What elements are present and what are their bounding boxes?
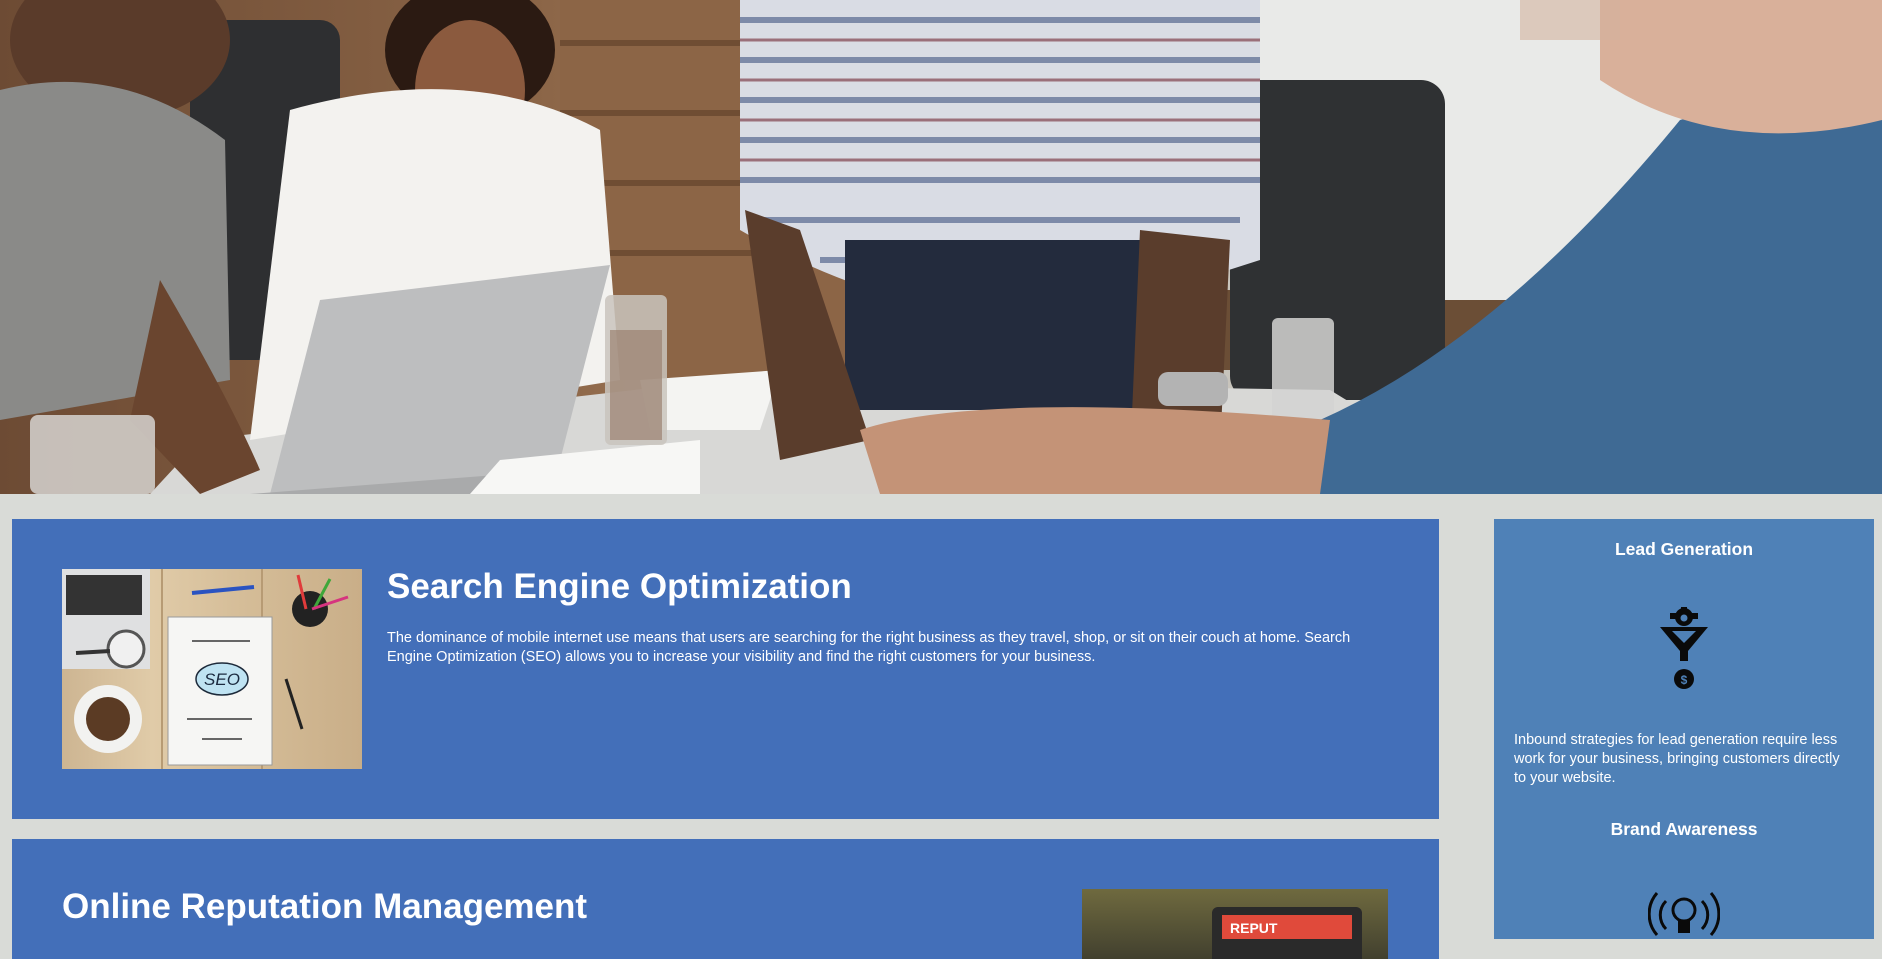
team-meeting-photo-icon [0, 0, 1882, 494]
service-card-seo: SEO Search Engine Optimization The domin… [12, 519, 1439, 819]
svg-text:$: $ [1681, 673, 1688, 687]
hero-image [0, 0, 1882, 494]
svg-text:REPUT: REPUT [1230, 920, 1278, 936]
service-title-reputation: Online Reputation Management [62, 887, 588, 926]
benefit-title-lead-generation: Lead Generation [1614, 539, 1754, 559]
benefits-sidebar: Lead Generation $ Inbound strategies for… [1494, 519, 1874, 939]
svg-text:SEO: SEO [204, 670, 240, 689]
benefit-title-brand-awareness: Brand Awareness [1610, 819, 1758, 839]
funnel-gear-dollar-icon: $ [1660, 607, 1708, 689]
reputation-tablet-photo-icon: REPUT [1212, 907, 1362, 959]
benefit-description-lead-generation: Inbound strategies for lead generation r… [1514, 732, 1840, 786]
service-title-seo: Search Engine Optimization [387, 567, 852, 606]
service-description-seo: The dominance of mobile internet use mea… [387, 630, 1351, 665]
lightbulb-broadcast-icon [1648, 892, 1720, 936]
reputation-image: REPUT [1082, 889, 1388, 959]
seo-notebook-photo-icon: SEO [62, 569, 349, 769]
seo-image: SEO [62, 569, 362, 769]
service-card-reputation: Online Reputation Management REPUT [12, 839, 1439, 959]
